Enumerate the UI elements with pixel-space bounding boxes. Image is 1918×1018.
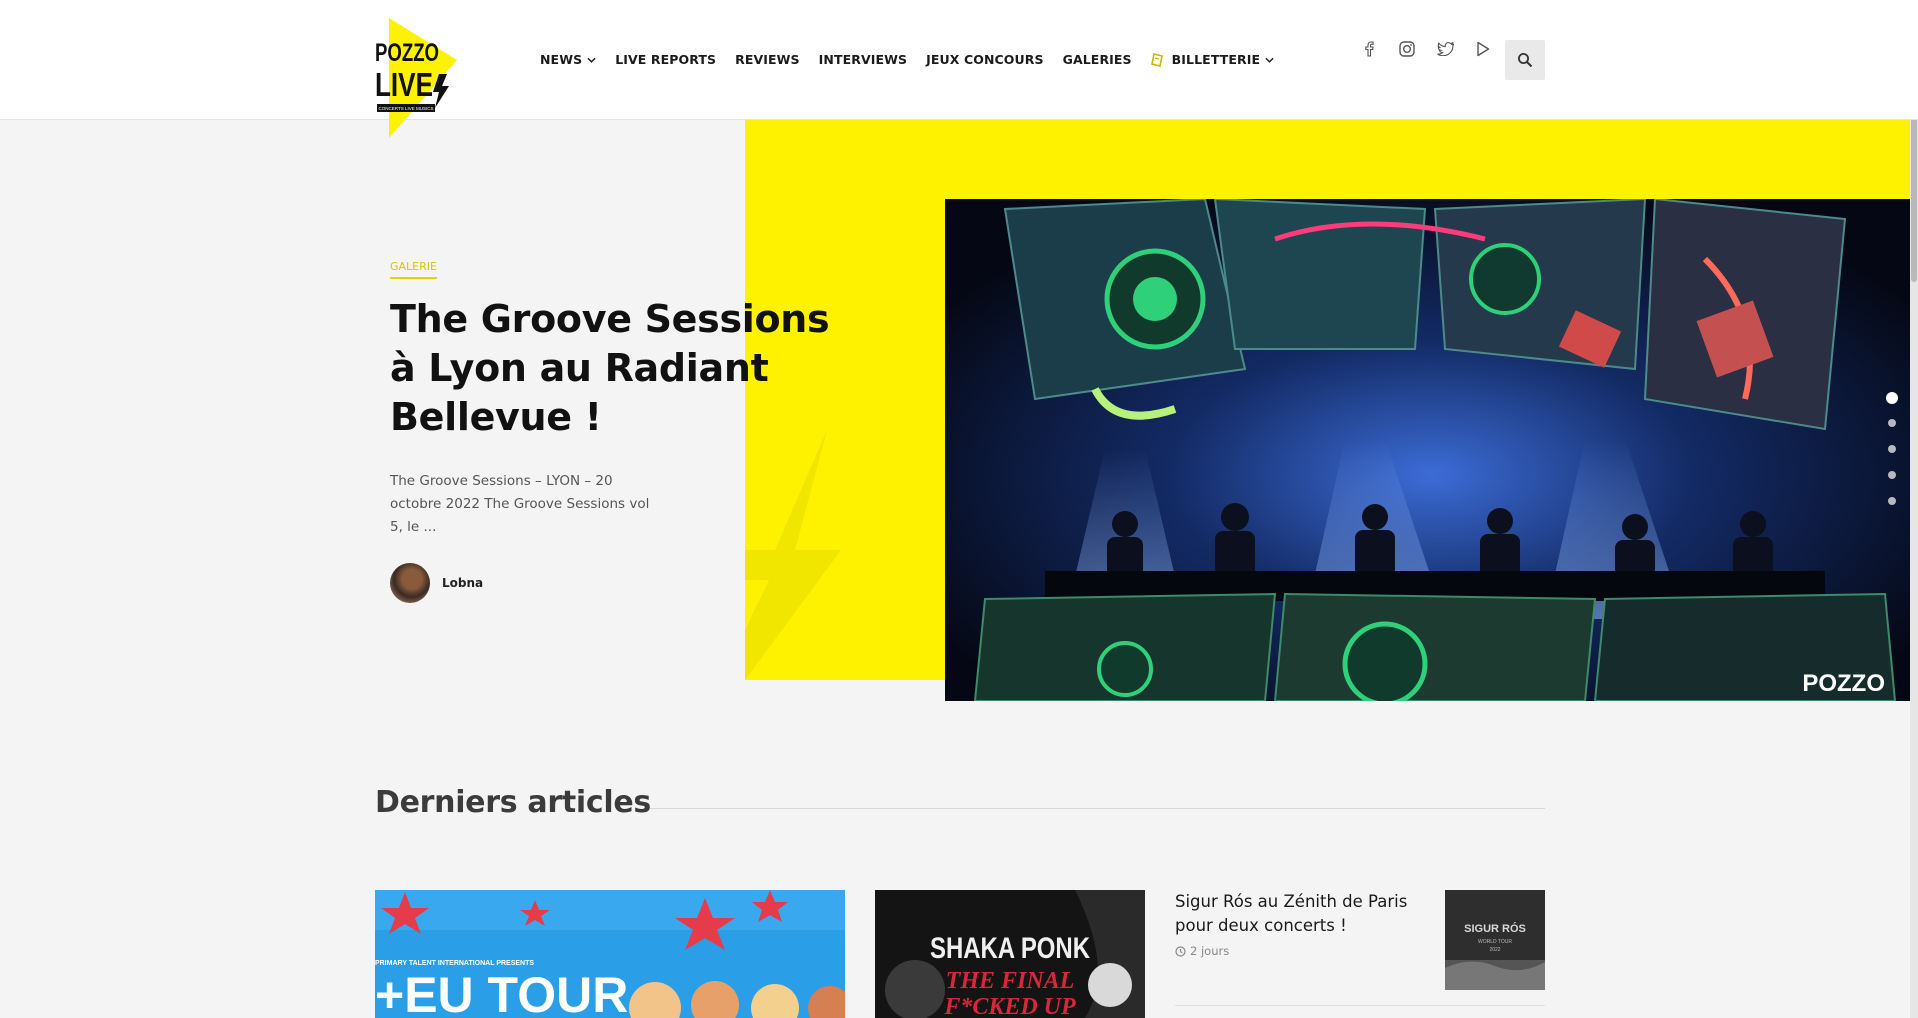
nav-item-news[interactable]: NEWS: [540, 52, 596, 67]
card-image-caption: PRIMARY TALENT INTERNATIONAL PRESENTS: [375, 960, 534, 967]
article-card-image[interactable]: PRIMARY TALENT INTERNATIONAL PRESENTS +E…: [375, 890, 845, 1018]
search-icon: [1518, 53, 1533, 68]
site-header: NEWS LIVE REPORTS REVIEWS INTERVIEWS JEU…: [0, 0, 1918, 120]
slider-dot[interactable]: [1886, 392, 1898, 404]
card-image-text: F*CKED UP: [943, 994, 1076, 1018]
slider-pagination: [1886, 392, 1898, 523]
slider-dot[interactable]: [1888, 419, 1896, 427]
article-card-image[interactable]: SHAKA PONK THE FINAL F*CKED UP: [875, 890, 1145, 1018]
nav-item-label: JEUX CONCOURS: [926, 52, 1044, 67]
author-link[interactable]: Lobna: [390, 563, 860, 603]
card-image-text: +EU TOUR: [375, 967, 628, 1018]
hero-image[interactable]: POZZO: [945, 199, 1918, 701]
hero-article: GALERIE The Groove Sessions à Lyon au Ra…: [390, 255, 860, 603]
ticket-icon: [1150, 52, 1163, 67]
thumb-text: WORLD TOUR: [1478, 939, 1512, 945]
twitter-icon[interactable]: [1436, 40, 1454, 58]
site-logo[interactable]: POZZO LIVE CONCERTS LIVE MUSICS: [373, 16, 459, 140]
category-tag[interactable]: GALERIE: [390, 260, 437, 279]
clock-icon: [1175, 945, 1186, 957]
nav-item-reviews[interactable]: REVIEWS: [735, 52, 800, 67]
nav-item-label: BILLETTERIE: [1171, 52, 1261, 67]
side-article: Sigur Rós au Zénith de Paris pour deux c…: [1175, 890, 1545, 990]
section-title: Derniers articles: [375, 785, 651, 820]
nav-item-galeries[interactable]: GALERIES: [1063, 52, 1132, 67]
nav-item-label: LIVE REPORTS: [615, 52, 717, 67]
hero-title[interactable]: The Groove Sessions à Lyon au Radiant Be…: [390, 295, 860, 442]
thumb-text: 2022: [1489, 947, 1500, 953]
chevron-down-icon: [587, 57, 596, 63]
article-title[interactable]: Sigur Rós au Zénith de Paris pour deux c…: [1175, 890, 1425, 938]
slider-dot[interactable]: [1888, 445, 1896, 453]
side-article-divider: [1175, 1005, 1545, 1006]
nav-item-interviews[interactable]: INTERVIEWS: [819, 52, 907, 67]
section-divider: [650, 808, 1545, 809]
social-links: [1360, 40, 1512, 58]
chevron-down-icon: [1265, 57, 1274, 63]
nav-item-label: NEWS: [540, 52, 583, 67]
author-name: Lobna: [442, 576, 484, 590]
card-image-text: SHAKA PONK: [930, 932, 1090, 965]
article-thumbnail[interactable]: SIGUR RÓS WORLD TOUR 2022: [1445, 890, 1545, 990]
nav-item-label: REVIEWS: [735, 52, 800, 67]
instagram-icon[interactable]: [1398, 40, 1416, 58]
search-button[interactable]: [1505, 40, 1545, 80]
page-scrollbar[interactable]: [1910, 0, 1918, 1018]
nav-item-billetterie[interactable]: BILLETTERIE: [1150, 52, 1274, 67]
slider-dot[interactable]: [1888, 471, 1896, 479]
nav-item-label: INTERVIEWS: [818, 52, 908, 67]
nav-item-jeux-concours[interactable]: JEUX CONCOURS: [926, 52, 1043, 67]
avatar: [390, 563, 430, 603]
main-nav: NEWS LIVE REPORTS REVIEWS INTERVIEWS JEU…: [540, 0, 1293, 119]
logo-tagline: CONCERTS LIVE MUSICS: [379, 106, 434, 111]
hero-excerpt: The Groove Sessions – LYON – 20 octobre …: [390, 473, 650, 535]
image-watermark: POZZO: [1802, 670, 1885, 697]
nav-item-label: GALERIES: [1062, 52, 1132, 67]
slider-dot[interactable]: [1888, 497, 1896, 505]
youtube-icon[interactable]: [1474, 40, 1492, 58]
logo-text-bottom: LIVE: [375, 66, 433, 103]
thumb-text: SIGUR RÓS: [1464, 922, 1526, 935]
nav-item-live-reports[interactable]: LIVE REPORTS: [615, 52, 716, 67]
card-image-text: THE FINAL: [946, 968, 1075, 994]
article-date-text: 2 jours: [1190, 944, 1230, 958]
facebook-icon[interactable]: [1360, 40, 1378, 58]
logo-text-top: POZZO: [375, 39, 439, 67]
